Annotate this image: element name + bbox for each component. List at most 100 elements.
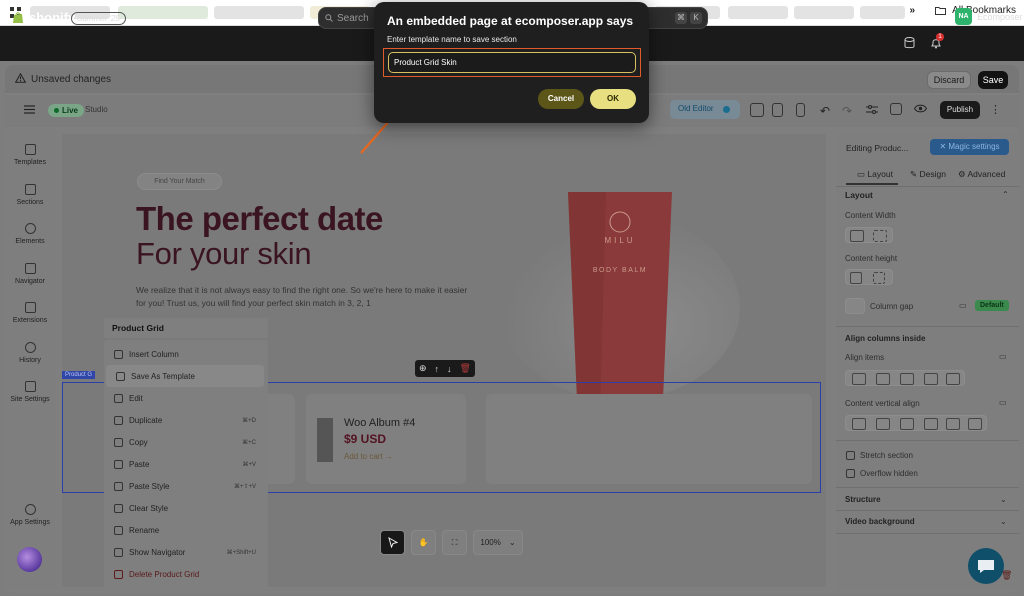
- menu-show-navigator[interactable]: Show Navigator ⌘+Shift+U: [104, 541, 268, 563]
- mobile-view-icon[interactable]: [796, 103, 805, 117]
- more-options-icon[interactable]: ⋮: [990, 103, 1001, 116]
- hero-paragraph[interactable]: We realize that it is not always easy to…: [136, 284, 471, 310]
- menu-copy[interactable]: Copy ⌘+C: [104, 431, 268, 453]
- content-width-label: Content Width: [845, 211, 896, 220]
- add-to-cart-link[interactable]: Add to cart →: [344, 452, 393, 461]
- menu-rename[interactable]: Rename: [104, 519, 268, 541]
- element-toolbar: ⊕ ↑ ↓ 🗑: [415, 360, 475, 377]
- assistant-orb[interactable]: [17, 547, 42, 572]
- overflow-hidden-checkbox[interactable]: [846, 469, 855, 478]
- content-width-segment[interactable]: [845, 227, 893, 243]
- select-tool[interactable]: [380, 530, 405, 555]
- fit-tool[interactable]: ⛶: [442, 530, 467, 555]
- rail-extensions[interactable]: Extensions: [5, 302, 55, 324]
- rail-history[interactable]: History: [5, 342, 55, 364]
- menu-paste[interactable]: Paste ⌘+V: [104, 453, 268, 475]
- stretch-section-checkbox[interactable]: [846, 451, 855, 460]
- align-items-segment[interactable]: [845, 370, 965, 386]
- product-thumbnail: [317, 418, 333, 462]
- hand-tool[interactable]: ✋: [411, 530, 436, 555]
- menu-paste-style[interactable]: Paste Style ⌘+⇧+V: [104, 475, 268, 497]
- desktop-view-icon[interactable]: [750, 103, 764, 117]
- menu-clear-style[interactable]: Clear Style: [104, 497, 268, 519]
- studio-label[interactable]: Studio: [85, 105, 108, 114]
- copy-icon: [114, 437, 123, 447]
- overflow-chevron-icon[interactable]: »: [910, 5, 916, 16]
- product-card[interactable]: [486, 394, 812, 484]
- section-layout[interactable]: Layout: [845, 190, 873, 200]
- eye-icon[interactable]: [914, 104, 927, 113]
- active-tab-indicator: [846, 183, 898, 185]
- undo-icon[interactable]: ↶: [820, 104, 830, 118]
- menu-label: Insert Column: [129, 349, 179, 359]
- column-gap-select[interactable]: Default: [975, 300, 1009, 311]
- tab-design[interactable]: ✎ Design: [910, 169, 946, 180]
- menu-insert-column[interactable]: Insert Column: [104, 343, 268, 365]
- arrow-down-icon[interactable]: ↓: [447, 364, 452, 374]
- section-structure[interactable]: Structure: [845, 495, 881, 504]
- desktop-icon: ▭: [959, 301, 967, 310]
- shopify-logo[interactable]: shopify: [12, 10, 75, 25]
- rail-sections[interactable]: Sections: [5, 184, 55, 206]
- ok-button[interactable]: OK: [590, 89, 636, 109]
- bookmark-item[interactable]: [728, 6, 788, 19]
- menu-shortcut: ⌘+Shift+U: [226, 549, 256, 556]
- chat-button[interactable]: [968, 548, 1004, 584]
- chevron-down-icon[interactable]: ⌄: [1000, 495, 1007, 504]
- notification-count: 1: [936, 33, 944, 41]
- magic-settings-button[interactable]: ✕ Magic settings: [930, 139, 1009, 155]
- template-name-input[interactable]: [388, 52, 636, 73]
- product-price: $9 USD: [344, 432, 387, 446]
- section-video-background[interactable]: Video background: [845, 517, 915, 526]
- content-height-segment[interactable]: [845, 269, 893, 285]
- tab-advanced[interactable]: ⚙ Advanced: [958, 169, 1005, 180]
- rail-elements[interactable]: Elements: [5, 223, 55, 245]
- chevron-up-icon[interactable]: ⌃: [1002, 190, 1009, 199]
- tab-layout[interactable]: ▭ Layout: [857, 169, 893, 180]
- zoom-select[interactable]: 100% ⌄: [473, 530, 523, 555]
- menu-duplicate[interactable]: Duplicate ⌘+D: [104, 409, 268, 431]
- preview-icon[interactable]: [890, 103, 902, 115]
- discard-button[interactable]: Discard: [927, 71, 971, 89]
- rail-navigator[interactable]: Navigator: [5, 263, 55, 285]
- bookmark-item[interactable]: [860, 6, 905, 19]
- chevron-down-icon: ⌄: [508, 538, 516, 547]
- hero-heading[interactable]: The perfect date: [136, 200, 383, 238]
- menu-save-as-template[interactable]: Save As Template: [106, 365, 264, 387]
- tab-label: Layout: [867, 169, 893, 179]
- bookmark-item[interactable]: [214, 6, 304, 19]
- old-editor-toggle[interactable]: Old Editor: [670, 100, 740, 119]
- arrow-up-icon[interactable]: ↑: [435, 364, 440, 374]
- add-icon[interactable]: ⊕: [419, 363, 427, 374]
- valign-between-icon: [924, 418, 938, 430]
- sliders-icon[interactable]: [866, 104, 878, 115]
- trash-icon[interactable]: 🗑: [460, 363, 471, 374]
- rail-templates[interactable]: Templates: [5, 144, 55, 166]
- menu-delete[interactable]: Delete Product Grid: [104, 563, 268, 585]
- rail-label: Templates: [14, 159, 46, 166]
- content-valign-segment[interactable]: [845, 415, 987, 431]
- bell-icon[interactable]: 1: [930, 33, 944, 49]
- menu-icon[interactable]: [24, 105, 35, 114]
- edition-badge: Summer '25: [71, 12, 126, 25]
- find-match-badge[interactable]: Find Your Match: [137, 173, 222, 190]
- width-boxed-icon: [873, 230, 887, 242]
- rail-app-settings[interactable]: App Settings: [5, 504, 55, 526]
- chevron-down-icon[interactable]: ⌄: [1000, 517, 1007, 526]
- publish-button[interactable]: Publish: [940, 101, 980, 119]
- redo-icon[interactable]: ↷: [842, 104, 852, 118]
- store-switcher[interactable]: NA Ecomposer: [955, 8, 1023, 25]
- divider: [836, 186, 1019, 187]
- bookmark-item[interactable]: [118, 6, 208, 19]
- trash-icon[interactable]: 🗑: [1001, 570, 1012, 581]
- save-button[interactable]: Save: [978, 71, 1008, 89]
- rail-site-settings[interactable]: Site Settings: [5, 381, 55, 403]
- hero-subheading[interactable]: For your skin: [136, 236, 312, 272]
- menu-edit[interactable]: Edit: [104, 387, 268, 409]
- cancel-button[interactable]: Cancel: [538, 89, 584, 109]
- tube-brand: MILU: [604, 236, 636, 245]
- tablet-view-icon[interactable]: [772, 103, 783, 117]
- bookmark-item[interactable]: [794, 6, 854, 19]
- product-name[interactable]: Woo Album #4: [344, 417, 415, 429]
- database-icon[interactable]: [904, 37, 915, 49]
